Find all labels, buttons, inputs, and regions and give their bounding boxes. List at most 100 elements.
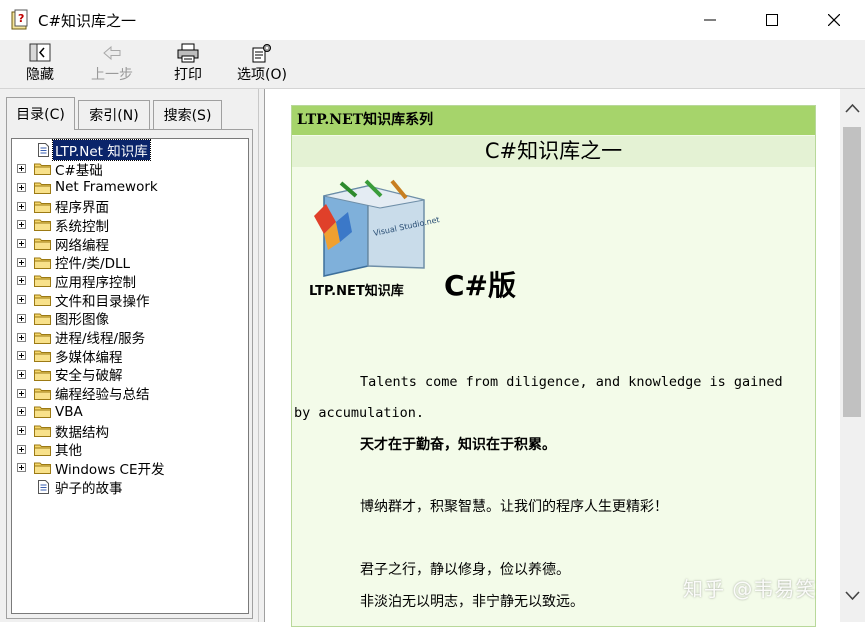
back-button[interactable]: 上一步 bbox=[86, 42, 138, 86]
expand-icon[interactable] bbox=[17, 313, 26, 323]
tree-item[interactable]: 系统控制 bbox=[12, 216, 248, 235]
tree-item[interactable]: 驴子的故事 bbox=[12, 478, 248, 497]
tree-item[interactable]: 程序界面 bbox=[12, 197, 248, 217]
tree-item[interactable]: 编程经验与总结 bbox=[12, 384, 248, 404]
tree-item-label: 图形图像 bbox=[55, 312, 109, 329]
title-bar: ? C#知识库之一 bbox=[0, 0, 865, 40]
folder-icon bbox=[34, 444, 51, 456]
expand-icon[interactable] bbox=[17, 295, 26, 305]
tree-item-label: 驴子的故事 bbox=[55, 480, 123, 497]
tree-item[interactable]: 数据结构 bbox=[12, 422, 248, 441]
back-label: 上一步 bbox=[91, 67, 133, 83]
tree-item-label: 系统控制 bbox=[55, 218, 109, 235]
tree-item-label: 编程经验与总结 bbox=[55, 387, 150, 404]
folder-icon bbox=[34, 388, 51, 400]
logo-csharp: C#版 bbox=[444, 269, 517, 302]
tree-item[interactable]: Windows CE开发 bbox=[12, 459, 248, 478]
tree-item[interactable]: 其他 bbox=[12, 440, 248, 460]
proverb-line1: 君子之行，静以修身，俭以养德。 bbox=[360, 562, 570, 578]
tree-item-label: 文件和目录操作 bbox=[55, 293, 150, 310]
quote-chinese: 天才在于勤奋，知识在于积累。 bbox=[360, 437, 556, 453]
svg-text:?: ? bbox=[18, 12, 24, 25]
expand-icon[interactable] bbox=[17, 239, 26, 248]
contents-panel: LTP.Net 知识库 C#基础 Net Framework 程序界面 系统控制网络编程… bbox=[6, 129, 253, 619]
help-book-icon: ? bbox=[11, 9, 28, 30]
tree-item[interactable]: 文件和目录操作 bbox=[12, 291, 248, 310]
close-icon bbox=[828, 14, 840, 26]
series-header: LTP.NET知识库系列 bbox=[292, 106, 815, 135]
close-button[interactable] bbox=[803, 0, 865, 40]
content-scrollbar[interactable] bbox=[840, 89, 865, 622]
expand-icon[interactable] bbox=[17, 257, 26, 267]
options-button[interactable]: 选项(O) bbox=[232, 42, 292, 86]
tree-item-label: 应用程序控制 bbox=[55, 274, 136, 291]
tab-index[interactable]: 索引(N) bbox=[78, 100, 150, 129]
window-title: C#知识库之一 bbox=[38, 12, 137, 30]
expand-icon[interactable] bbox=[17, 220, 26, 230]
ltp-logo: Visual Studio.net LTP.NET知识库 C#版 bbox=[306, 178, 566, 303]
tab-contents-label: 目录(C) bbox=[16, 107, 65, 123]
tab-index-label: 索引(N) bbox=[89, 108, 139, 124]
expand-icon[interactable] bbox=[17, 201, 26, 211]
document-title: C#知识库之一 bbox=[292, 136, 815, 167]
print-button[interactable]: 打印 bbox=[166, 42, 210, 86]
tree-item[interactable]: 进程/线程/服务 bbox=[12, 328, 248, 347]
folder-icon bbox=[34, 313, 51, 325]
hide-pane-icon bbox=[29, 43, 51, 62]
expand-icon[interactable] bbox=[17, 332, 26, 342]
expand-icon[interactable] bbox=[17, 407, 26, 417]
tree-item[interactable]: C#基础 bbox=[12, 160, 248, 179]
tree-item-label: C#基础 bbox=[55, 162, 103, 179]
tree-item[interactable]: 控件/类/DLL bbox=[12, 253, 248, 272]
expand-icon[interactable] bbox=[17, 276, 26, 286]
contents-tree[interactable]: LTP.Net 知识库 C#基础 Net Framework 程序界面 系统控制网络编程… bbox=[11, 138, 249, 614]
tree-item-label: 进程/线程/服务 bbox=[55, 331, 146, 347]
tree-item-label: Net Framework bbox=[55, 179, 158, 196]
tree-item[interactable]: VBA bbox=[12, 403, 248, 421]
maximize-icon bbox=[766, 14, 778, 26]
tree-item[interactable]: 应用程序控制 bbox=[12, 272, 248, 291]
tree-item-label: 网络编程 bbox=[55, 237, 109, 254]
visual-studio-box-icon: Visual Studio.net bbox=[314, 179, 440, 277]
folder-icon bbox=[34, 257, 51, 269]
motto-line: 博纳群才，积聚智慧。让我们的程序人生更精彩！ bbox=[360, 499, 668, 515]
folder-icon bbox=[34, 238, 51, 250]
tree-item[interactable]: 图形图像 bbox=[12, 309, 248, 329]
page-icon bbox=[38, 143, 49, 157]
expand-icon[interactable] bbox=[17, 463, 26, 473]
tree-item[interactable]: 网络编程 bbox=[12, 235, 248, 254]
tab-contents[interactable]: 目录(C) bbox=[6, 97, 75, 130]
folder-icon bbox=[34, 163, 51, 176]
expand-icon[interactable] bbox=[17, 182, 26, 192]
tree-item-label: VBA bbox=[55, 403, 83, 420]
tree-item-label: 其他 bbox=[55, 443, 82, 460]
expand-icon[interactable] bbox=[17, 388, 26, 398]
navigation-pane: 目录(C) 索引(N) 搜索(S) LTP.Net 知识库 C#基础 Net Fra… bbox=[0, 89, 258, 622]
tree-item[interactable]: 多媒体编程 bbox=[12, 347, 248, 366]
tree-item[interactable]: Net Framework bbox=[12, 178, 248, 196]
scroll-thumb[interactable] bbox=[843, 127, 861, 417]
tree-item-label: Windows CE开发 bbox=[55, 461, 165, 478]
tree-item[interactable]: LTP.Net 知识库 bbox=[12, 139, 248, 161]
folder-icon bbox=[34, 219, 51, 232]
tree-item-label: 程序界面 bbox=[55, 200, 109, 217]
expand-icon[interactable] bbox=[17, 369, 26, 379]
scroll-down-icon[interactable] bbox=[845, 591, 860, 601]
folder-icon bbox=[34, 182, 51, 194]
print-label: 打印 bbox=[174, 67, 202, 83]
expand-icon[interactable] bbox=[17, 351, 26, 361]
expand-icon[interactable] bbox=[17, 444, 26, 454]
tree-item[interactable]: 安全与破解 bbox=[12, 365, 248, 384]
printer-icon bbox=[177, 43, 199, 63]
toolbar: 隐藏 上一步 打印 选项(O) bbox=[0, 40, 865, 89]
expand-icon[interactable] bbox=[17, 426, 26, 435]
document-page: LTP.NET知识库系列 C#知识库之一 Visual Studio.net L… bbox=[291, 105, 816, 627]
tab-search[interactable]: 搜索(S) bbox=[153, 100, 222, 129]
hide-label: 隐藏 bbox=[26, 67, 54, 83]
expand-icon[interactable] bbox=[17, 164, 26, 174]
hide-button[interactable]: 隐藏 bbox=[18, 42, 62, 86]
maximize-button[interactable] bbox=[741, 0, 803, 40]
page-icon bbox=[38, 479, 49, 494]
minimize-button[interactable] bbox=[679, 0, 741, 40]
scroll-up-icon[interactable] bbox=[845, 103, 860, 113]
